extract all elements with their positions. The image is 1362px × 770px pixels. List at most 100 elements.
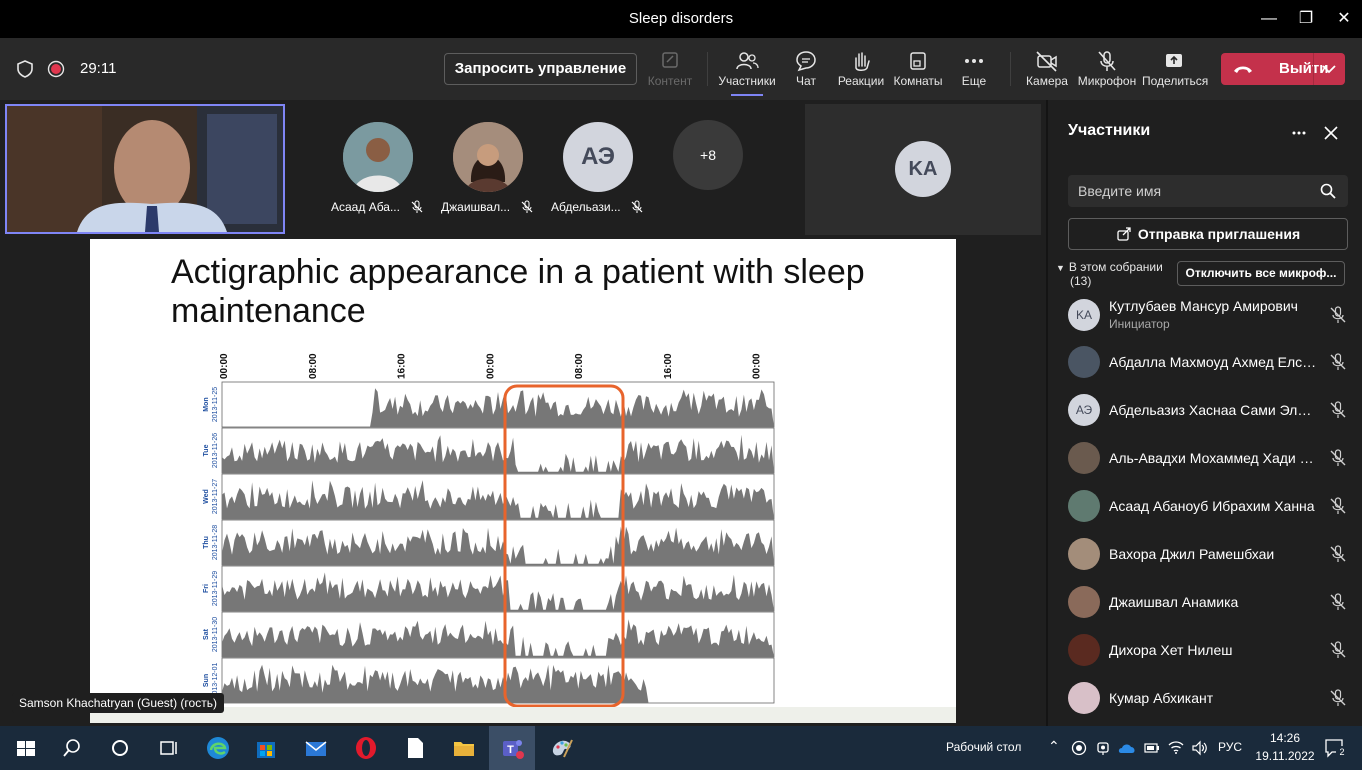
share-icon bbox=[1166, 54, 1182, 67]
mic-off-icon bbox=[1330, 545, 1346, 562]
participant-name: Абдельазиз Хаснаа Сами Элхус... bbox=[1109, 402, 1317, 418]
participant-tile-avatar[interactable] bbox=[343, 122, 413, 192]
day-label: Thu bbox=[203, 536, 210, 549]
section-header[interactable]: ▼ В этом собрании (13) bbox=[1056, 260, 1163, 288]
presenter-video-frame bbox=[7, 106, 283, 232]
day-row: Sun 2013-12-01 bbox=[203, 657, 775, 704]
participant-row[interactable]: Джаишвал Анамика bbox=[1068, 582, 1358, 622]
participant-row[interactable]: KA Кутлубаев Мансур Амирович Инициатор bbox=[1068, 295, 1358, 335]
chevron-down-icon[interactable] bbox=[1321, 64, 1337, 74]
store-icon[interactable] bbox=[252, 734, 280, 762]
record-icon[interactable] bbox=[1071, 740, 1087, 756]
mic-off-icon bbox=[1330, 353, 1346, 370]
mic-off-icon bbox=[1330, 306, 1346, 323]
minimize-icon[interactable]: — bbox=[1258, 8, 1280, 30]
chat-label: Чат bbox=[796, 74, 816, 88]
teams-taskbar-active[interactable]: T bbox=[489, 726, 535, 770]
search-input[interactable]: Введите имя bbox=[1068, 175, 1348, 207]
participant-tile-name: Асаад Аба... bbox=[331, 200, 400, 214]
day-row: Mon 2013-11-25 bbox=[203, 381, 775, 428]
cortana-icon[interactable] bbox=[106, 734, 134, 762]
mic-off-icon bbox=[1098, 51, 1116, 71]
presenter-name-label: Samson Khachatryan (Guest) (гость) bbox=[12, 693, 224, 713]
desktop-label[interactable]: Рабочий стол bbox=[946, 740, 1021, 754]
participant-large-tile[interactable]: KA bbox=[805, 104, 1041, 235]
more-button[interactable]: Еще bbox=[942, 48, 1006, 88]
phone-hangup-icon bbox=[1234, 66, 1252, 73]
participant-tile-avatar[interactable] bbox=[453, 122, 523, 192]
toolbar-divider bbox=[707, 52, 708, 86]
search-icon[interactable] bbox=[58, 734, 86, 762]
toolbar-divider bbox=[1010, 52, 1011, 86]
time-tick-label: 00:00 bbox=[219, 353, 230, 379]
participant-row[interactable]: Абдалла Махмоуд Ахмед Елсай... bbox=[1068, 342, 1358, 382]
day-label: Tue bbox=[203, 444, 210, 456]
opera-icon[interactable] bbox=[352, 734, 380, 762]
clock-date[interactable]: 19.11.2022 bbox=[1252, 749, 1318, 763]
onedrive-icon[interactable] bbox=[1118, 740, 1136, 756]
language-indicator[interactable]: РУС bbox=[1218, 740, 1242, 754]
teams-icon: T bbox=[503, 740, 524, 759]
more-participants-badge[interactable]: +8 bbox=[673, 120, 743, 190]
actigram-chart: 00:00 08:00 16:00 00:00 08:00 16:00 00:00Mon 20… bbox=[203, 353, 775, 708]
notification-count: 2 bbox=[1336, 746, 1348, 758]
section-label: В этом собрании bbox=[1068, 260, 1163, 274]
rooms-button[interactable]: Комнаты bbox=[886, 48, 950, 88]
edge-icon[interactable] bbox=[204, 734, 232, 762]
participant-avatar bbox=[1068, 442, 1100, 474]
participant-tile-avatar[interactable]: АЭ bbox=[563, 122, 633, 192]
camera-button[interactable]: Камера bbox=[1015, 48, 1079, 88]
participant-avatar bbox=[1068, 346, 1100, 378]
participants-button[interactable]: Участники bbox=[715, 48, 779, 96]
volume-icon[interactable] bbox=[1191, 740, 1209, 756]
date-label: 2013-11-29 bbox=[212, 571, 219, 606]
mail-icon[interactable] bbox=[302, 734, 330, 762]
request-control-button[interactable]: Запросить управление bbox=[444, 53, 637, 85]
svg-text:T: T bbox=[507, 744, 514, 756]
microphone-label: Микрофон bbox=[1077, 74, 1137, 88]
close-icon[interactable]: ✕ bbox=[1333, 8, 1355, 30]
participant-avatar: АЭ bbox=[1068, 394, 1100, 426]
chat-icon bbox=[796, 51, 816, 72]
webcam-icon[interactable] bbox=[1095, 740, 1111, 756]
content-button[interactable]: Контент bbox=[638, 48, 702, 88]
file-icon[interactable] bbox=[401, 734, 429, 762]
chevron-up-icon[interactable]: ⌃ bbox=[1048, 738, 1060, 755]
participant-avatar bbox=[1068, 586, 1100, 618]
maximize-icon[interactable]: ❐ bbox=[1295, 8, 1317, 30]
mute-all-button[interactable]: Отключить все микроф... bbox=[1177, 261, 1345, 286]
folder-icon[interactable] bbox=[450, 734, 478, 762]
participant-row[interactable]: Асаад Абаноуб Ибрахим Ханна bbox=[1068, 486, 1358, 526]
mic-off-icon bbox=[1330, 641, 1346, 658]
participants-label: Участники bbox=[718, 74, 776, 88]
participant-row[interactable]: Кумар Абхикант bbox=[1068, 678, 1358, 718]
windows-start-icon[interactable] bbox=[12, 734, 40, 762]
reactions-button[interactable]: Реакции bbox=[829, 48, 893, 88]
time-tick-label: 00:00 bbox=[485, 353, 496, 379]
wifi-icon[interactable] bbox=[1167, 739, 1185, 755]
paint-icon[interactable] bbox=[548, 734, 576, 762]
participants-panel: Участники Введите имя Отправка приглашен… bbox=[1046, 100, 1362, 726]
share-button[interactable]: Поделиться bbox=[1142, 48, 1208, 88]
title-bar: Sleep disorders — ❐ ✕ bbox=[0, 0, 1362, 38]
more-options-icon[interactable] bbox=[1290, 124, 1308, 142]
participant-row[interactable]: АЭ Абдельазиз Хаснаа Сами Элхус... bbox=[1068, 390, 1358, 430]
participant-row[interactable]: Аль-Авадхи Мохаммед Хади М... bbox=[1068, 438, 1358, 478]
window-title: Sleep disorders bbox=[628, 10, 734, 27]
shared-slide: Actigraphic appearance in a patient with… bbox=[90, 239, 956, 723]
participant-name: Джаишвал Анамика bbox=[1109, 594, 1239, 610]
microphone-button[interactable]: Микрофон bbox=[1075, 48, 1139, 88]
leave-button[interactable]: Выйти bbox=[1221, 53, 1345, 85]
participant-row[interactable]: Дихора Хет Нилеш bbox=[1068, 630, 1358, 670]
taskbar: T Рабочий стол ⌃ РУС 14:26 19.11.2022 2 bbox=[0, 726, 1362, 770]
battery-icon[interactable] bbox=[1143, 740, 1161, 756]
panel-title: Участники bbox=[1068, 122, 1151, 139]
presenter-video[interactable] bbox=[5, 104, 285, 234]
invite-button[interactable]: Отправка приглашения bbox=[1068, 218, 1348, 250]
date-label: 2013-11-30 bbox=[212, 617, 219, 652]
clock-time[interactable]: 14:26 bbox=[1258, 731, 1312, 745]
close-panel-icon[interactable] bbox=[1322, 124, 1340, 142]
task-view-icon[interactable] bbox=[154, 734, 182, 762]
day-row: Wed 2013-11-27 bbox=[203, 473, 775, 520]
participant-row[interactable]: Вахора Джил Рамешбхаи bbox=[1068, 534, 1358, 574]
